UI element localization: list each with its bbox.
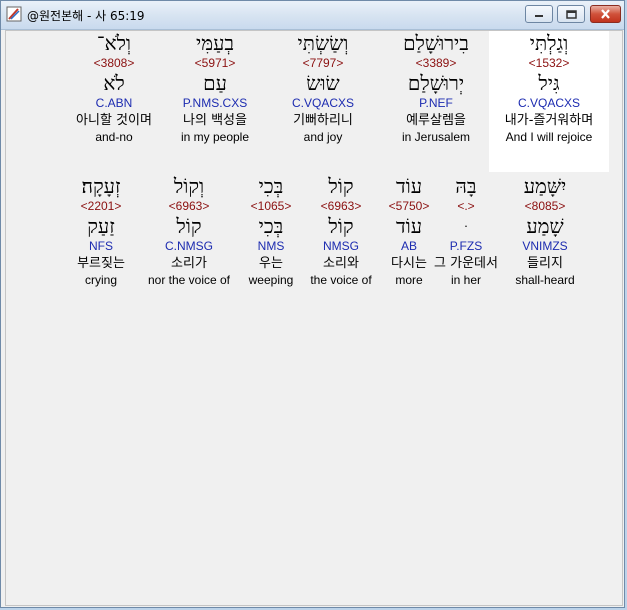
- maximize-icon: [565, 9, 577, 19]
- app-icon: [6, 6, 22, 22]
- main-window: @원전본해 - 사 65:19 וְגַלְתִּי <1532> גִּיל …: [0, 0, 625, 608]
- interlinear-panel[interactable]: וְגַלְתִּי <1532> גִּיל C.VQACXS 내가-즐거워하…: [5, 30, 623, 606]
- strongs-number[interactable]: <3808>: [54, 55, 174, 71]
- word-cell[interactable]: זְעָקָה׃ <2201> זַעַק NFS 부르짖는 crying: [41, 174, 161, 288]
- hebrew-word: זְעָקָה׃: [81, 174, 121, 198]
- hebrew-lemma: זַעַק: [87, 214, 115, 238]
- minimize-icon: [535, 15, 543, 17]
- korean-gloss: 부르짖는: [77, 256, 125, 271]
- strongs-number[interactable]: <7797>: [263, 55, 383, 71]
- parsing-code: C.VQACXS: [291, 96, 354, 110]
- close-icon: [601, 9, 610, 19]
- english-gloss: And I will rejoice: [505, 130, 593, 144]
- strongs-number[interactable]: <2201>: [41, 198, 161, 214]
- word-cell[interactable]: בִירוּשָׁלַם <3389> יְרוּשָׁלַם P.NEF 예루…: [376, 31, 496, 145]
- parsing-code: C.ABN: [95, 96, 133, 110]
- english-gloss: in Jerusalem: [401, 130, 471, 144]
- maximize-button[interactable]: [557, 5, 585, 23]
- hebrew-word: וְלֹא־: [96, 31, 132, 55]
- word-cell[interactable]: וְלֹא־ <3808> לֹא C.ABN 아니할 것이며 and-no: [54, 31, 174, 145]
- english-gloss: and-no: [95, 130, 133, 144]
- korean-gloss: 내가-즐거워하며: [504, 113, 594, 128]
- korean-gloss: 기뻐하리니: [293, 113, 353, 128]
- parsing-code: NFS: [89, 239, 113, 253]
- window-title: @원전본해 - 사 65:19: [27, 9, 145, 23]
- english-gloss: crying: [84, 273, 117, 287]
- hebrew-lemma: לֹא: [103, 71, 125, 95]
- title-bar[interactable]: @원전본해 - 사 65:19: [1, 1, 624, 30]
- hebrew-lemma: גִּיל: [538, 71, 560, 95]
- english-gloss: and joy: [303, 130, 343, 144]
- strongs-number[interactable]: <1532>: [489, 55, 609, 71]
- word-cell[interactable]: וְגַלְתִּי <1532> גִּיל C.VQACXS 내가-즐거워하…: [489, 31, 609, 172]
- hebrew-lemma: יְרוּשָׁלַם: [407, 71, 465, 95]
- strongs-number[interactable]: <3389>: [376, 55, 496, 71]
- parsing-code: C.VQACXS: [517, 96, 580, 110]
- korean-gloss: 아니할 것이며: [76, 113, 152, 128]
- close-button[interactable]: [590, 5, 621, 23]
- minimize-button[interactable]: [525, 5, 553, 23]
- word-cell[interactable]: וְשַׂשְׂתִּי <7797> שׂוּשׂ C.VQACXS 기뻐하리…: [263, 31, 383, 145]
- hebrew-word: וְגַלְתִּי: [529, 31, 569, 55]
- hebrew-lemma: שׂוּשׂ: [306, 71, 340, 95]
- korean-gloss: 예루살렘을: [406, 113, 466, 128]
- parsing-code: P.NEF: [419, 96, 453, 110]
- hebrew-word: וְשַׂשְׂתִּי: [297, 31, 349, 55]
- hebrew-word: בִירוּשָׁלַם: [403, 31, 469, 55]
